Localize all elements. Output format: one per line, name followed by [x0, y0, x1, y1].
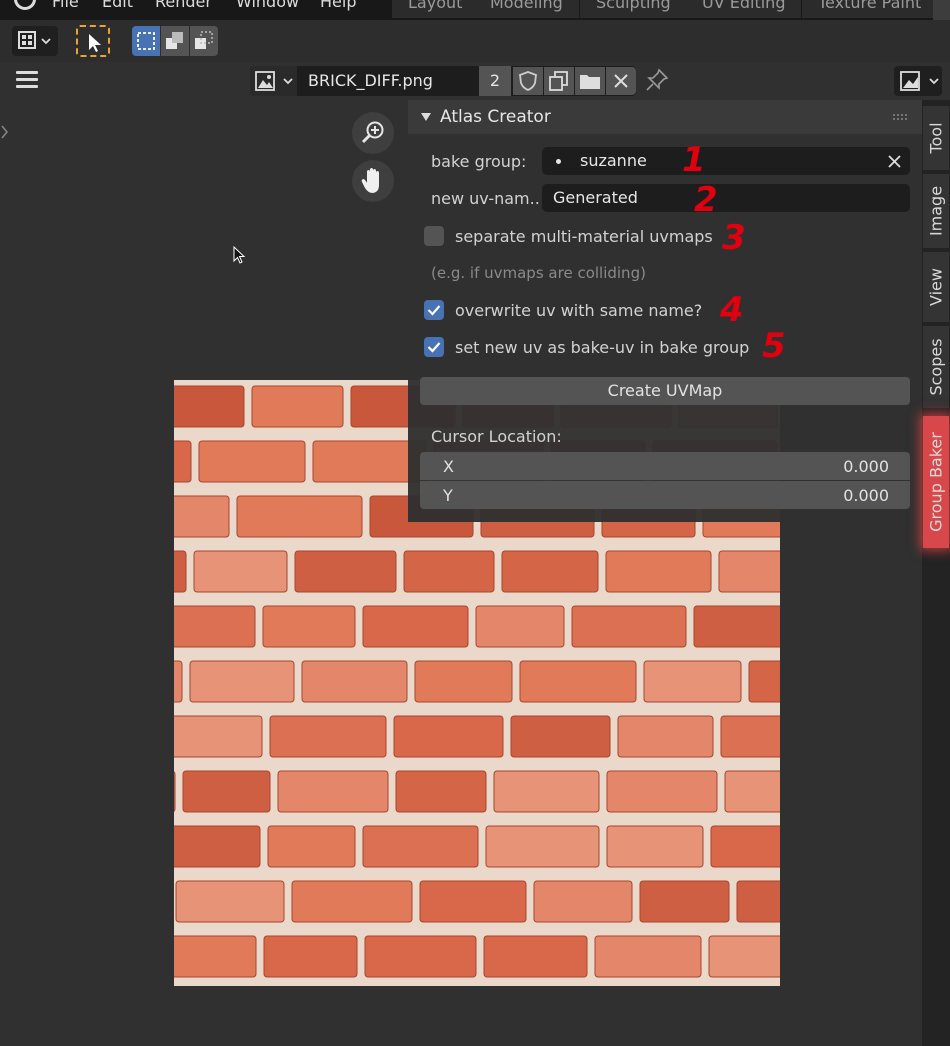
checkmark-icon [427, 342, 441, 353]
select-mode-extend-button[interactable] [161, 26, 189, 56]
cursor-arrow-icon [89, 34, 101, 52]
tab-sculpting[interactable]: Sculpting [580, 0, 687, 18]
hint-text: (e.g. if uvmaps are colliding) [431, 264, 646, 282]
image-header: BRICK_DIFF.png 2 [0, 62, 950, 100]
annotation-1: 1 [682, 140, 706, 180]
hamburger-menu-icon[interactable] [16, 70, 38, 90]
separate-multi-material-checkbox[interactable] [424, 226, 444, 246]
toolbar-expand-arrow-icon[interactable] [0, 122, 10, 142]
display-channels-dropdown[interactable] [894, 66, 942, 96]
unlink-image-button[interactable] [606, 67, 636, 95]
shield-icon [519, 71, 537, 91]
tab-group-baker-label: Group Baker [926, 432, 946, 532]
pan-view-button[interactable] [352, 160, 394, 202]
tab-texture-paint[interactable]: Texture Paint [802, 0, 938, 18]
tab-view[interactable]: View [923, 252, 949, 322]
menu-help[interactable]: Help [320, 0, 356, 11]
tab-image[interactable]: Image [923, 174, 949, 248]
bake-group-label: bake group: [431, 152, 527, 171]
select-extend-icon [166, 32, 183, 49]
tab-tool-label: Tool [926, 122, 946, 154]
editor-type-dropdown[interactable] [12, 26, 58, 56]
new-uv-name-field[interactable]: Generated [542, 184, 910, 212]
tab-image-label: Image [926, 185, 946, 237]
drag-handle-icon[interactable] [892, 113, 910, 121]
top-menu-bar: File Edit Render Window Help Layout Mode… [0, 0, 950, 20]
image-display-icon [900, 71, 939, 91]
browse-image-dropdown[interactable] [250, 66, 297, 96]
cursor-y-value: 0.000 [843, 486, 889, 505]
image-name-field[interactable]: BRICK_DIFF.png [308, 71, 433, 90]
duplicate-icon [549, 71, 568, 91]
cursor-y-field[interactable]: Y 0.000 [420, 481, 910, 509]
annotation-5: 5 [762, 326, 786, 366]
mouse-cursor-icon [233, 246, 246, 264]
select-mode-subtract-button[interactable] [190, 26, 218, 56]
menu-window[interactable]: Window [236, 0, 299, 11]
tab-uv-editing[interactable]: UV Editing [686, 0, 802, 18]
overwrite-uv-checkbox[interactable] [424, 300, 444, 320]
select-box-icon [137, 32, 155, 50]
annotation-3: 3 [722, 218, 746, 258]
annotation-4: 4 [720, 290, 744, 330]
tab-overflow[interactable] [933, 0, 950, 20]
editor-header [0, 20, 950, 62]
zoom-in-icon [361, 121, 384, 144]
sidebar-tabs: Tool Image View Scopes Group Baker [922, 100, 950, 1046]
overwrite-uv-label[interactable]: overwrite uv with same name? [455, 301, 702, 320]
panel-header[interactable]: Atlas Creator [408, 100, 922, 134]
open-image-button[interactable] [575, 67, 605, 95]
new-uv-name-label: new uv-nam.. [431, 189, 540, 208]
bake-group-field[interactable]: suzanne [542, 147, 910, 175]
image-icon [255, 71, 293, 91]
cursor-location-label: Cursor Location: [431, 427, 562, 446]
annotation-2: 2 [694, 180, 718, 220]
panel-title: Atlas Creator [440, 107, 551, 127]
cursor-y-label: Y [443, 486, 453, 505]
menu-render[interactable]: Render [155, 0, 212, 11]
sidebar-panel: Atlas Creator bake group: suzanne new uv… [408, 100, 922, 522]
tab-modeling[interactable]: Modeling [474, 0, 579, 18]
blender-logo-icon[interactable] [14, 0, 36, 10]
cursor-x-field[interactable]: X 0.000 [420, 452, 910, 480]
clear-icon[interactable] [888, 155, 901, 168]
select-mode-set-button[interactable] [132, 26, 160, 56]
create-uvmap-button[interactable]: Create UVMap [420, 377, 910, 405]
tab-group-baker[interactable]: Group Baker [923, 416, 949, 548]
checkmark-icon [427, 305, 441, 316]
close-icon [614, 74, 628, 88]
tab-scopes-label: Scopes [926, 338, 946, 396]
image-selector: BRICK_DIFF.png 2 [250, 66, 636, 96]
fake-user-button[interactable] [513, 67, 543, 95]
dot-icon [556, 159, 561, 164]
menu-file[interactable]: File [52, 0, 79, 11]
collapse-triangle-icon[interactable] [420, 112, 432, 122]
uv-editor-icon [18, 31, 51, 49]
select-subtract-icon [195, 31, 213, 49]
cursor-x-value: 0.000 [843, 457, 889, 476]
duplicate-image-button[interactable] [544, 67, 574, 95]
pin-icon[interactable] [645, 68, 669, 92]
menu-edit[interactable]: Edit [102, 0, 133, 11]
tab-view-label: View [926, 268, 946, 306]
new-uv-name-value: Generated [553, 188, 638, 207]
set-bake-uv-checkbox[interactable] [424, 337, 444, 357]
image-users-count[interactable]: 2 [479, 66, 511, 96]
separate-multi-material-label[interactable]: separate multi-material uvmaps [455, 227, 713, 246]
tab-tool[interactable]: Tool [923, 106, 949, 170]
tab-layout[interactable]: Layout [392, 0, 479, 18]
folder-icon [580, 75, 600, 89]
set-bake-uv-label[interactable]: set new uv as bake-uv in bake group [455, 338, 749, 357]
bake-group-value: suzanne [580, 151, 647, 170]
zoom-view-button[interactable] [352, 112, 394, 154]
hand-icon [361, 168, 379, 193]
cursor-x-label: X [443, 457, 454, 476]
select-tool-button[interactable] [76, 25, 110, 57]
tab-scopes[interactable]: Scopes [923, 326, 949, 408]
